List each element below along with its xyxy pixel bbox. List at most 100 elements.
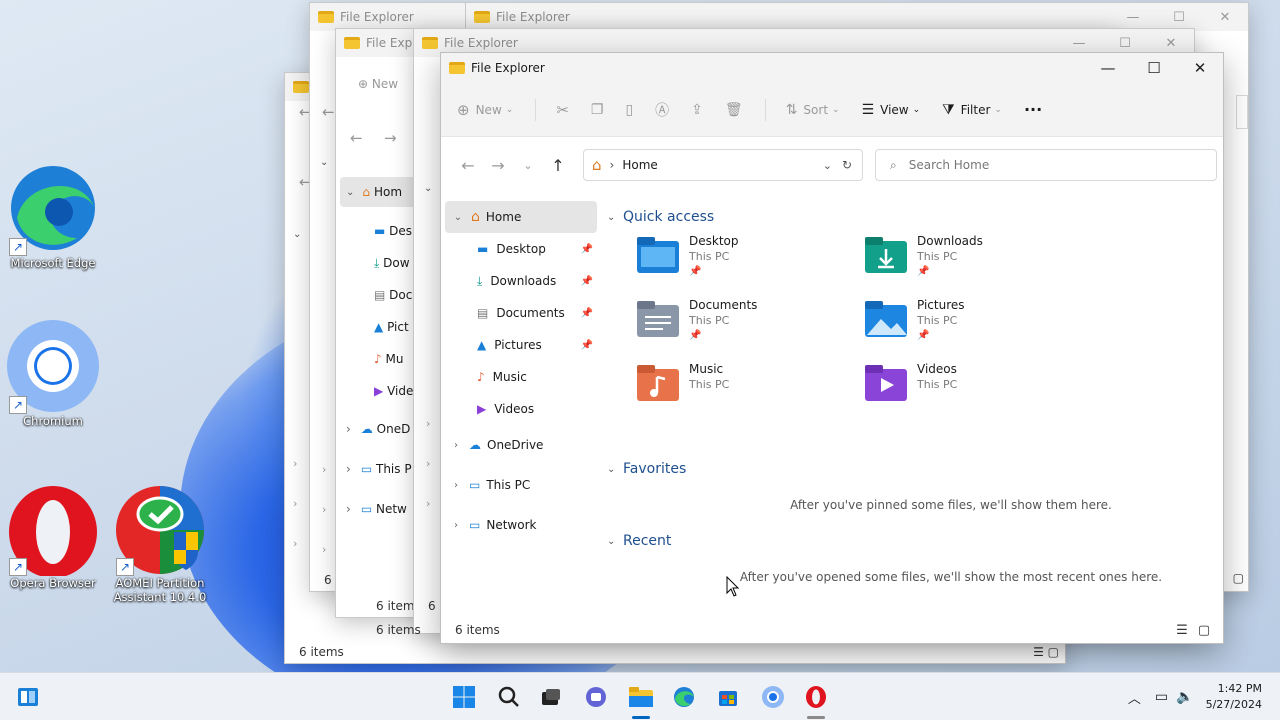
nav-item-thispc[interactable]: › ▭ This PC bbox=[441, 465, 601, 505]
delete-button[interactable]: 🗑 bbox=[725, 102, 743, 118]
nav-item-pictures[interactable]: ▲ Pictures 📌 bbox=[441, 329, 601, 361]
chevron-down-icon[interactable]: ⌄ bbox=[320, 157, 328, 168]
nav-item[interactable]: ▤ Doc bbox=[374, 279, 413, 311]
close-icon[interactable]: ✕ bbox=[1148, 36, 1194, 51]
opera-taskbar-icon[interactable] bbox=[800, 681, 832, 713]
nav-item-network[interactable]: › ▭ Network bbox=[441, 505, 601, 545]
window-controls[interactable]: —☐✕ bbox=[1110, 10, 1248, 25]
chevron-right-icon[interactable]: › bbox=[293, 457, 297, 470]
quick-access-item[interactable]: Videos This PC bbox=[863, 361, 1083, 417]
file-explorer-taskbar-icon[interactable] bbox=[625, 681, 657, 713]
new-button[interactable]: ⊕ New bbox=[358, 77, 398, 91]
quick-access-item[interactable]: Documents This PC 📌 bbox=[635, 297, 855, 353]
desktop-icon-chromium[interactable]: ↗ Chromium bbox=[5, 318, 101, 428]
back-button[interactable]: ← bbox=[453, 156, 483, 175]
address-dropdown-icon[interactable]: ⌄ bbox=[823, 159, 832, 172]
cut-button[interactable]: ✂ bbox=[556, 101, 569, 119]
chromium-taskbar-icon[interactable] bbox=[757, 681, 789, 713]
nav-item-music[interactable]: ♪ Music bbox=[441, 361, 601, 393]
task-view-icon[interactable] bbox=[535, 681, 567, 713]
nav-item-onedrive[interactable]: › ☁ OneDrive bbox=[441, 425, 601, 465]
quick-access-item[interactable]: Desktop This PC 📌 bbox=[635, 233, 855, 289]
nav-item[interactable]: ▬ Des bbox=[374, 215, 413, 247]
nav-item-desktop[interactable]: ▬ Desktop 📌 bbox=[441, 233, 601, 265]
chevron-right-icon[interactable]: › bbox=[426, 497, 430, 510]
up-button[interactable]: ↑ bbox=[543, 156, 573, 175]
quick-access-item[interactable]: Pictures This PC 📌 bbox=[863, 297, 1083, 353]
minimize-button[interactable]: — bbox=[1085, 53, 1131, 83]
chevron-right-icon[interactable]: › bbox=[322, 543, 326, 556]
tiles-view-icon[interactable]: ▢ bbox=[1193, 623, 1215, 638]
filter-button[interactable]: ⧩ Filter ⌄ bbox=[942, 102, 1002, 118]
chevron-right-icon[interactable]: › bbox=[322, 463, 326, 476]
nav-item-thispc[interactable]: › ▭ This P bbox=[346, 449, 412, 489]
chat-icon[interactable] bbox=[580, 681, 612, 713]
maximize-icon[interactable]: ☐ bbox=[1156, 10, 1202, 25]
start-icon[interactable] bbox=[448, 681, 480, 713]
nav-item[interactable]: ♪ Mu bbox=[374, 343, 413, 375]
window-titlebar[interactable]: File Explorer —☐✕ bbox=[466, 3, 1248, 31]
details-view-icon[interactable]: ☰ bbox=[1171, 623, 1193, 638]
section-quick-access[interactable]: ⌄ Quick access bbox=[605, 201, 1221, 233]
view-toggle-icon[interactable]: ▢ bbox=[1233, 571, 1244, 585]
back-arrow-icon[interactable]: ← bbox=[322, 103, 335, 121]
maximize-icon[interactable]: ☐ bbox=[1102, 36, 1148, 51]
minimize-icon[interactable]: — bbox=[1056, 36, 1102, 51]
window-controls[interactable]: —☐✕ bbox=[1056, 36, 1194, 51]
volume-icon[interactable]: 🔈 bbox=[1176, 689, 1193, 705]
back-arrow-icon[interactable]: ← bbox=[350, 129, 363, 147]
nav-item-onedrive[interactable]: › ☁ OneD bbox=[346, 409, 412, 449]
rename-button[interactable]: Ⓐ bbox=[655, 100, 669, 120]
forward-button[interactable]: → bbox=[483, 156, 513, 175]
network-status-icon[interactable]: ▭ bbox=[1155, 689, 1168, 705]
window-titlebar[interactable]: File Explorer — ☐ ✕ bbox=[441, 53, 1223, 83]
chevron-right-icon[interactable]: › bbox=[293, 497, 297, 510]
nav-item[interactable]: ⤓ Dow bbox=[374, 247, 413, 279]
clock[interactable]: 1:42 PM 5/27/2024 bbox=[1206, 681, 1262, 713]
close-icon[interactable]: ✕ bbox=[1202, 10, 1248, 25]
chevron-right-icon[interactable]: › bbox=[449, 480, 463, 491]
nav-home-selected[interactable]: ⌄ ⌂ Hom bbox=[340, 177, 420, 207]
chevron-right-icon[interactable]: › bbox=[449, 440, 463, 451]
close-button[interactable]: ✕ bbox=[1177, 53, 1223, 83]
nav-item[interactable]: ▲ Pict bbox=[374, 311, 413, 343]
minimize-icon[interactable]: — bbox=[1110, 10, 1156, 25]
chevron-down-icon[interactable]: ⌄ bbox=[451, 212, 465, 223]
nav-item-videos[interactable]: ▶ Videos bbox=[441, 393, 601, 425]
store-icon[interactable] bbox=[712, 681, 744, 713]
more-button[interactable]: ··· bbox=[1024, 100, 1042, 119]
chevron-right-icon[interactable]: › bbox=[449, 520, 463, 531]
refresh-icon[interactable]: ↻ bbox=[842, 158, 852, 172]
chevron-down-icon[interactable]: ⌄ bbox=[424, 183, 432, 194]
desktop-icon-opera[interactable]: ↗ Opera Browser bbox=[5, 480, 101, 590]
view-button[interactable]: ☰ View ⌄ bbox=[862, 102, 921, 118]
new-button[interactable]: ⊕ New ⌄ bbox=[457, 101, 513, 119]
section-favorites[interactable]: ⌄ Favorites bbox=[605, 453, 1221, 485]
recent-locations-button[interactable]: ⌄ bbox=[513, 159, 543, 172]
chevron-right-icon[interactable]: › bbox=[293, 537, 297, 550]
breadcrumb-home[interactable]: Home bbox=[622, 158, 657, 172]
nav-item-downloads[interactable]: ⤓ Downloads 📌 bbox=[441, 265, 601, 297]
search-icon[interactable] bbox=[493, 681, 525, 713]
sort-button[interactable]: ⇅ Sort ⌄ bbox=[786, 102, 840, 118]
quick-access-item[interactable]: Music This PC bbox=[635, 361, 855, 417]
forward-arrow-icon[interactable]: → bbox=[384, 129, 397, 147]
chevron-right-icon[interactable]: › bbox=[426, 417, 430, 430]
nav-item-home[interactable]: ⌄ ⌂ Home bbox=[445, 201, 597, 233]
file-explorer-window[interactable]: File Explorer — ☐ ✕ ⊕ New ⌄ ✂ ❐ ▯ Ⓐ ⇪ 🗑 ⇅ S… bbox=[440, 52, 1224, 644]
nav-item-network[interactable]: › ▭ Netw bbox=[346, 489, 412, 529]
nav-item-documents[interactable]: ▤ Documents 📌 bbox=[441, 297, 601, 329]
widgets-icon[interactable] bbox=[12, 681, 44, 713]
desktop-icon-edge[interactable]: ↗ Microsoft Edge bbox=[5, 160, 101, 270]
chevron-down-icon[interactable]: ⌄ bbox=[293, 229, 301, 240]
search-box-edge[interactable] bbox=[1236, 95, 1248, 129]
paste-button[interactable]: ▯ bbox=[625, 102, 633, 118]
section-recent[interactable]: ⌄ Recent bbox=[605, 525, 1221, 557]
maximize-button[interactable]: ☐ bbox=[1131, 53, 1177, 83]
chevron-right-icon[interactable]: › bbox=[322, 503, 326, 516]
quick-access-item[interactable]: Downloads This PC 📌 bbox=[863, 233, 1083, 289]
view-toggle-icons[interactable]: ☰ ▢ bbox=[1033, 645, 1059, 659]
show-hidden-icons-chevron-up-icon[interactable]: ︿ bbox=[1128, 688, 1141, 707]
address-bar[interactable]: ⌂ › Home ⌄ ↻ bbox=[583, 149, 863, 181]
chevron-right-icon[interactable]: › bbox=[426, 457, 430, 470]
